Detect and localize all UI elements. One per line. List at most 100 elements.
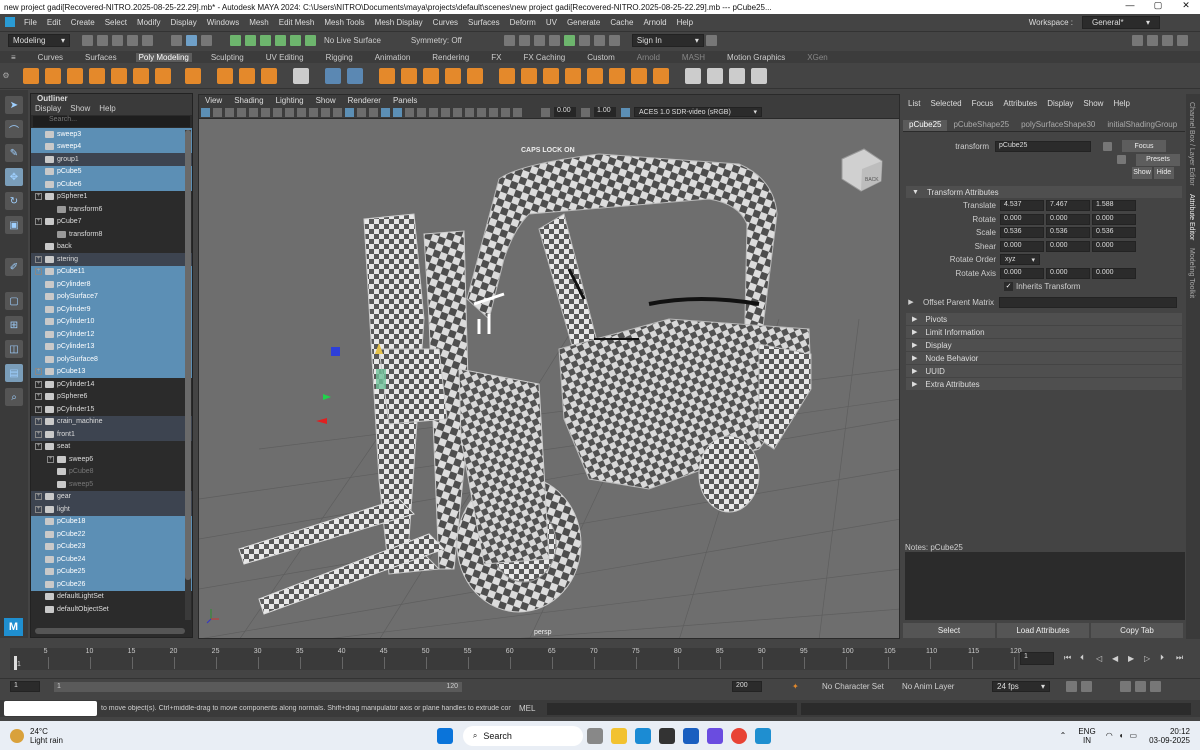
- notification-widget[interactable]: [4, 701, 97, 716]
- outliner-item[interactable]: + seat: [31, 441, 192, 454]
- section-pivots[interactable]: ▶ Pivots: [906, 313, 1182, 325]
- screen-space-ao-icon[interactable]: [428, 107, 438, 117]
- command-input[interactable]: [547, 702, 797, 715]
- expand-toggle-icon[interactable]: +: [35, 493, 42, 501]
- redo-icon[interactable]: [142, 35, 153, 46]
- lasso-tool-icon[interactable]: ⌒: [5, 120, 23, 138]
- tab-arnold[interactable]: Arnold: [634, 53, 663, 62]
- two-pane-icon[interactable]: ◫: [5, 340, 23, 358]
- outliner-item[interactable]: sweep3: [31, 128, 192, 141]
- pause-icon[interactable]: [593, 35, 605, 46]
- section-uuid[interactable]: ▶ UUID: [906, 365, 1182, 377]
- open-scene-icon[interactable]: [97, 35, 108, 46]
- menu-cache[interactable]: Cache: [610, 18, 633, 27]
- step-forward-key-icon[interactable]: ▷: [1144, 654, 1160, 663]
- append-polygon-icon[interactable]: [587, 67, 603, 84]
- fps-dropdown[interactable]: 24 fps ▾: [992, 681, 1050, 692]
- outliner-item[interactable]: defaultLightSet: [31, 591, 192, 604]
- go-to-start-icon[interactable]: ⏮: [1064, 653, 1080, 663]
- end-time-field[interactable]: 200: [732, 681, 762, 692]
- menu-arnold[interactable]: Arnold: [643, 18, 666, 27]
- tab-motion-graphics[interactable]: Motion Graphics: [724, 53, 788, 62]
- snap-plane-icon[interactable]: [275, 35, 286, 46]
- poly-sphere-icon[interactable]: [23, 67, 39, 84]
- menu-mesh-tools[interactable]: Mesh Tools: [324, 18, 364, 27]
- volume-icon[interactable]: ◖: [1119, 731, 1124, 740]
- outliner-item[interactable]: + crain_machine: [31, 415, 192, 428]
- account-icon[interactable]: [705, 35, 717, 46]
- scene-view[interactable]: BACK: [199, 119, 900, 639]
- expand-toggle-icon[interactable]: [35, 581, 42, 588]
- go-to-end-icon[interactable]: ⏭: [1176, 653, 1192, 663]
- wireframe-on-shaded-icon[interactable]: [380, 107, 390, 117]
- menu-display[interactable]: Display: [171, 18, 197, 27]
- chrome-icon[interactable]: [730, 727, 747, 744]
- render-view-icon[interactable]: [578, 35, 590, 46]
- outliner-item[interactable]: back: [31, 241, 192, 254]
- default-material-icon[interactable]: [368, 107, 378, 117]
- rotate-z-field[interactable]: 0.000: [1092, 213, 1136, 225]
- section-extra-attributes[interactable]: ▶ Extra Attributes: [906, 378, 1182, 390]
- quad-draw-icon[interactable]: [729, 67, 745, 84]
- expand-toggle-icon[interactable]: [35, 356, 42, 363]
- outliner-item[interactable]: transform8: [31, 228, 192, 241]
- image-plane-icon[interactable]: [236, 107, 246, 117]
- save-scene-icon[interactable]: [112, 35, 123, 46]
- section-node-behavior[interactable]: ▶ Node Behavior: [906, 352, 1182, 364]
- outliner-item[interactable]: + pCube7: [31, 216, 192, 229]
- outliner-item[interactable]: + pCylinder15: [31, 403, 192, 416]
- outliner-menu-show[interactable]: Show: [70, 104, 90, 115]
- expand-toggle-icon[interactable]: +: [35, 255, 42, 263]
- expand-toggle-icon[interactable]: +: [35, 505, 42, 513]
- tray-chevron-icon[interactable]: ⌃: [1060, 731, 1067, 740]
- outliner-item[interactable]: polySurface8: [31, 353, 192, 366]
- scale-tool-icon[interactable]: ▣: [5, 216, 23, 234]
- exposure-field[interactable]: 0.00: [554, 107, 576, 117]
- menu-file[interactable]: File: [24, 18, 37, 27]
- expand-toggle-icon[interactable]: +: [47, 455, 54, 463]
- outliner-layout-icon[interactable]: ▤: [5, 364, 23, 382]
- viewport-menu-shading[interactable]: Shading: [234, 96, 263, 105]
- xray-components-icon[interactable]: [512, 107, 522, 117]
- gamma-icon[interactable]: [580, 107, 590, 117]
- motion-blur-icon[interactable]: [440, 107, 450, 117]
- shear-z-field[interactable]: 0.000: [1092, 240, 1136, 252]
- viewport-menu-renderer[interactable]: Renderer: [348, 96, 381, 105]
- expand-toggle-icon[interactable]: +: [35, 380, 42, 388]
- poly-plane-icon[interactable]: [133, 67, 149, 84]
- snap-curve-icon[interactable]: [245, 35, 256, 46]
- zoom-icon[interactable]: ⌕: [5, 388, 23, 406]
- modeling-toolkit-icon[interactable]: [1132, 35, 1143, 46]
- outliner-item[interactable]: pCylinder13: [31, 340, 192, 353]
- anim-layer-dropdown[interactable]: No Anim Layer: [902, 682, 982, 691]
- outliner-item[interactable]: + pCube13: [31, 365, 192, 378]
- uv-editor-icon[interactable]: [293, 67, 309, 84]
- menu-modify[interactable]: Modify: [137, 18, 161, 27]
- ae-tab[interactable]: initialShadingGroup: [1101, 120, 1183, 131]
- tab-surfaces[interactable]: Surfaces: [82, 53, 120, 62]
- bridge-icon[interactable]: [521, 67, 537, 84]
- slide-edge-icon[interactable]: [751, 67, 767, 84]
- rotate-axis-z-field[interactable]: 0.000: [1092, 267, 1136, 279]
- expand-toggle-icon[interactable]: [35, 318, 42, 325]
- menu-curves[interactable]: Curves: [433, 18, 458, 27]
- combine-icon[interactable]: [379, 67, 395, 84]
- undo-icon[interactable]: [127, 35, 138, 46]
- live-surface-field[interactable]: No Live Surface: [324, 36, 381, 45]
- menu-mesh-display[interactable]: Mesh Display: [375, 18, 423, 27]
- expand-toggle-icon[interactable]: +: [35, 443, 42, 451]
- outliner-item[interactable]: + front1: [31, 428, 192, 441]
- smooth-icon[interactable]: [423, 67, 439, 84]
- expand-toggle-icon[interactable]: [35, 181, 42, 188]
- target-weld-icon[interactable]: [685, 67, 701, 84]
- snap-point-icon[interactable]: [260, 35, 271, 46]
- expand-toggle-icon[interactable]: [47, 206, 54, 213]
- outliner-item[interactable]: pCube6: [31, 178, 192, 191]
- time-ruler[interactable]: 1 5 10 15 20 25 30 35 40 45 50 55 60 65 70 75 80 85 90 95 10…: [10, 648, 1022, 670]
- textured-icon[interactable]: [392, 107, 402, 117]
- arnold-render-icon[interactable]: [608, 35, 620, 46]
- color-management-icon[interactable]: [620, 107, 630, 117]
- outliner-menu-display[interactable]: Display: [35, 104, 61, 115]
- hypershade-icon[interactable]: [563, 35, 575, 46]
- clock-time[interactable]: 20:12: [1149, 727, 1190, 736]
